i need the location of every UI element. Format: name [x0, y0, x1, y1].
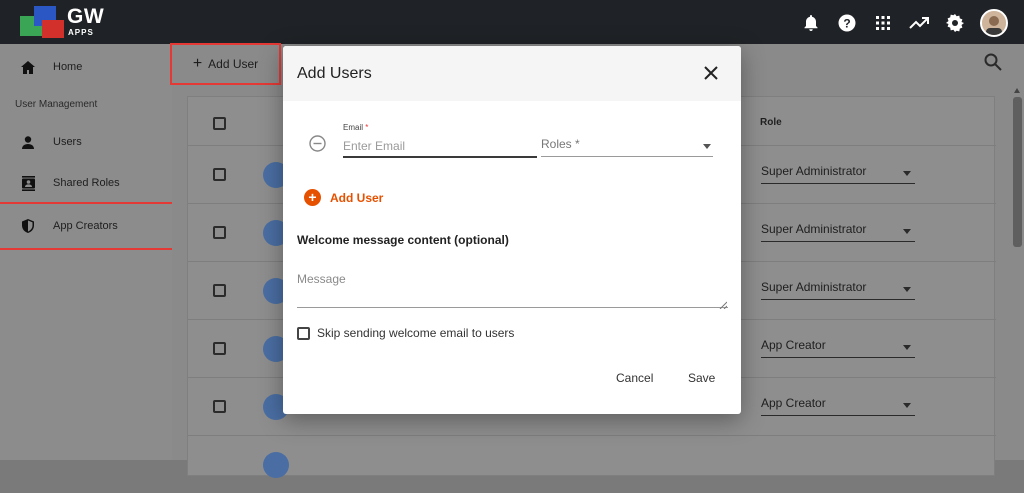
required-mark: * — [365, 123, 369, 132]
add-users-dialog: Add Users Email * Roles * + Add User Wel… — [283, 46, 741, 414]
add-user-label: Add User — [208, 57, 259, 71]
column-header-role: Role — [760, 117, 782, 128]
scrollbar-thumb[interactable] — [1013, 97, 1022, 247]
bell-icon[interactable] — [800, 12, 822, 34]
select-all-checkbox[interactable] — [213, 117, 226, 130]
row-checkbox[interactable] — [213, 226, 226, 239]
email-field[interactable] — [343, 136, 537, 158]
plus-circle-icon: + — [304, 189, 321, 206]
user-avatar — [263, 452, 289, 478]
email-label: Email * — [343, 123, 369, 132]
add-user-row-button[interactable]: + Add User — [304, 189, 383, 206]
resize-handle-icon[interactable] — [719, 296, 728, 310]
dialog-header: Add Users — [283, 46, 741, 101]
dialog-title: Add Users — [297, 65, 372, 82]
sidebar-item-label: Shared Roles — [53, 177, 120, 189]
skip-welcome-email-option[interactable]: Skip sending welcome email to users — [297, 326, 514, 340]
remove-row-icon[interactable] — [309, 135, 326, 152]
sidebar-item-app-creators[interactable]: App Creators — [0, 202, 174, 250]
svg-text:?: ? — [843, 17, 850, 31]
row-checkbox[interactable] — [213, 284, 226, 297]
sidebar-item-shared-roles[interactable]: Shared Roles — [0, 163, 172, 203]
welcome-message-heading: Welcome message content (optional) — [297, 233, 509, 247]
role-select[interactable]: Super Administrator — [761, 164, 915, 184]
dropdown-caret-icon — [903, 403, 911, 408]
apps-grid-icon[interactable] — [872, 12, 894, 34]
sidebar-item-label: Users — [53, 136, 82, 148]
save-button[interactable]: Save — [688, 371, 715, 385]
search-icon[interactable] — [984, 53, 1004, 73]
sidebar-item-users[interactable]: Users — [0, 122, 172, 162]
sidebar-item-home[interactable]: Home — [0, 47, 172, 87]
dropdown-caret-icon — [903, 287, 911, 292]
person-icon — [20, 134, 36, 150]
dropdown-caret-icon — [903, 229, 911, 234]
sidebar: Home User Management Users Shared Roles … — [0, 44, 174, 460]
row-checkbox[interactable] — [213, 168, 226, 181]
table-row[interactable] — [188, 435, 996, 493]
cancel-button[interactable]: Cancel — [616, 371, 653, 385]
row-checkbox[interactable] — [213, 400, 226, 413]
home-icon — [20, 59, 36, 75]
dropdown-caret-icon — [903, 171, 911, 176]
avatar[interactable] — [980, 9, 1008, 37]
skip-welcome-email-label: Skip sending welcome email to users — [317, 326, 515, 340]
role-select[interactable]: App Creator — [761, 396, 915, 416]
skip-welcome-email-checkbox[interactable] — [297, 326, 310, 340]
dropdown-caret-icon — [703, 144, 711, 149]
trending-icon[interactable] — [908, 12, 930, 34]
dropdown-caret-icon — [903, 345, 911, 350]
role-select[interactable]: Super Administrator — [761, 222, 915, 242]
add-user-toolbar-button[interactable]: + Add User — [170, 43, 281, 85]
top-bar: GW APPS ? — [0, 0, 1024, 44]
logo-subtext: APPS — [68, 28, 94, 37]
contacts-icon — [20, 175, 36, 191]
logo-text: GW — [67, 5, 105, 28]
sidebar-section-label: User Management — [15, 99, 98, 110]
row-checkbox[interactable] — [213, 342, 226, 355]
gear-icon[interactable] — [944, 12, 966, 34]
plus-icon: + — [192, 55, 203, 72]
gw-apps-logo[interactable]: GW APPS — [20, 4, 110, 40]
close-icon[interactable] — [703, 65, 721, 83]
role-select[interactable]: App Creator — [761, 338, 915, 358]
sidebar-item-label: App Creators — [53, 220, 118, 232]
sidebar-item-label: Home — [53, 61, 83, 73]
roles-select[interactable]: Roles * — [541, 137, 713, 157]
message-field[interactable] — [297, 272, 728, 308]
help-icon[interactable]: ? — [836, 12, 858, 34]
shield-icon — [20, 218, 36, 234]
scroll-up-arrow[interactable] — [1014, 88, 1020, 93]
role-select[interactable]: Super Administrator — [761, 280, 915, 300]
